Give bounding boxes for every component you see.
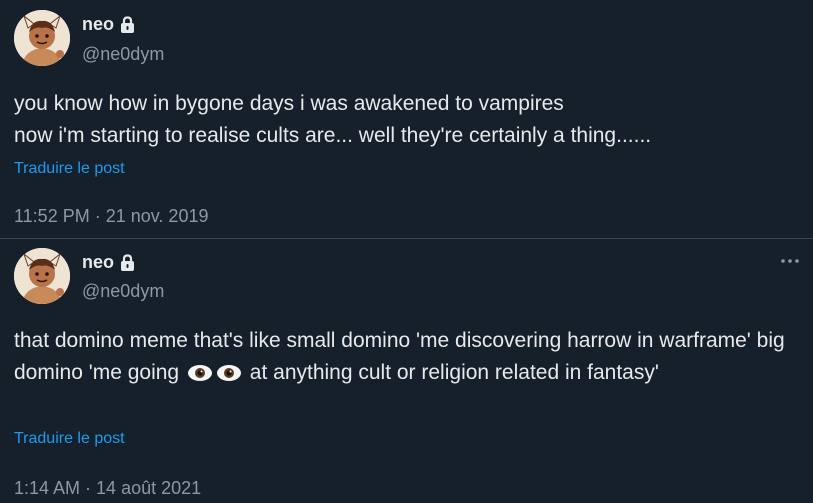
eyes-emoji	[216, 365, 241, 381]
author-handle[interactable]: @ne0dym	[82, 44, 164, 65]
post-text: that domino meme that's like small domin…	[14, 325, 804, 389]
author-name[interactable]: neo	[82, 14, 114, 35]
timestamp-separator: ·	[80, 478, 97, 498]
lock-icon	[121, 15, 135, 33]
more-options-button[interactable]	[777, 248, 803, 274]
post-text-after: at anything cult or religion related in …	[243, 361, 659, 384]
post-text-line: now i'm starting to realise cults are...…	[14, 124, 652, 147]
author-name[interactable]: neo	[82, 252, 114, 273]
post-date: 21 nov. 2019	[105, 206, 209, 226]
timestamp-separator: ·	[89, 206, 106, 226]
post-time: 11:52 PM	[14, 206, 90, 226]
author-row: neo	[82, 14, 136, 35]
eyes-emoji-group	[187, 364, 242, 382]
avatar[interactable]	[14, 10, 70, 66]
lock-icon	[121, 253, 135, 271]
post-timestamp[interactable]: 11:52 PM · 21 nov. 2019	[14, 206, 208, 227]
translate-post-link[interactable]: Traduire le post	[14, 430, 125, 448]
avatar[interactable]	[14, 248, 70, 304]
post-date: 14 août 2021	[96, 478, 202, 498]
author-handle[interactable]: @ne0dym	[82, 281, 164, 302]
post-time: 1:14 AM	[14, 478, 81, 498]
more-options-icon	[781, 259, 799, 263]
post-text: you know how in bygone days i was awaken…	[14, 88, 804, 152]
avatar-icon	[14, 10, 70, 66]
post: neo @ne0dym that domino meme that's like…	[0, 238, 813, 503]
post: neo @ne0dym you know how in bygone days …	[0, 0, 813, 239]
avatar-icon	[14, 248, 70, 304]
post-timestamp[interactable]: 1:14 AM · 14 août 2021	[14, 478, 201, 499]
translate-post-link[interactable]: Traduire le post	[14, 160, 125, 178]
author-row: neo	[82, 252, 136, 273]
eyes-emoji	[187, 365, 212, 381]
post-text-line: you know how in bygone days i was awaken…	[14, 92, 564, 115]
